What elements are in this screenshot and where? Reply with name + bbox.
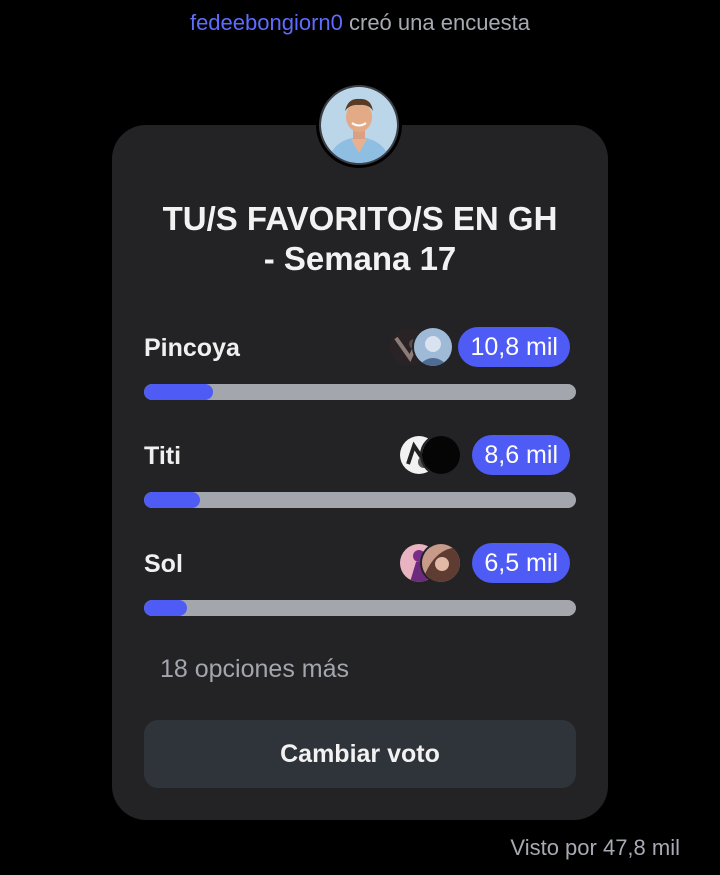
voter-avatar-brown-icon bbox=[420, 542, 462, 584]
more-options-link[interactable]: 18 opciones más bbox=[160, 655, 349, 684]
creator-avatar[interactable] bbox=[316, 82, 402, 168]
change-vote-label: Cambiar voto bbox=[280, 739, 440, 768]
poll-option-pincoya[interactable]: Pincoya 10,8 mil bbox=[144, 326, 576, 400]
voter-avatar-blue-icon bbox=[412, 326, 454, 368]
poll-option-titi[interactable]: Titi 8,6 mil bbox=[144, 434, 576, 508]
seen-by-count[interactable]: Visto por 47,8 mil bbox=[510, 835, 680, 861]
poll-header: fedeebongiorn0 creó una encuesta bbox=[0, 10, 720, 36]
option-label: Titi bbox=[144, 442, 182, 470]
option-progress-track bbox=[144, 384, 576, 400]
voter-avatar-black-icon bbox=[420, 434, 462, 476]
change-vote-button[interactable]: Cambiar voto bbox=[144, 720, 576, 788]
option-progress-fill bbox=[144, 384, 214, 400]
poll-title: TU/S FAVORITO/S EN GH - Semana 17 bbox=[142, 199, 578, 279]
option-progress-track bbox=[144, 492, 576, 508]
poll-option-sol[interactable]: Sol 6,5 mil bbox=[144, 542, 576, 616]
poll-title-line1: TU/S FAVORITO/S EN GH bbox=[162, 200, 558, 237]
option-vote-count: 6,5 mil bbox=[472, 543, 570, 583]
voter-avatars bbox=[398, 434, 478, 476]
poll-screen: fedeebongiorn0 creó una encuesta TU/S FA… bbox=[0, 0, 720, 875]
option-progress-fill bbox=[144, 600, 188, 616]
option-progress-fill bbox=[144, 492, 201, 508]
option-vote-count: 10,8 mil bbox=[458, 327, 570, 367]
creator-username[interactable]: fedeebongiorn0 bbox=[190, 10, 343, 35]
poll-title-line2: - Semana 17 bbox=[263, 240, 457, 277]
option-vote-count: 8,6 mil bbox=[472, 435, 570, 475]
option-label: Pincoya bbox=[144, 334, 240, 362]
poll-card: TU/S FAVORITO/S EN GH - Semana 17 Pincoy… bbox=[112, 125, 608, 820]
creator-avatar-image bbox=[319, 85, 399, 165]
voter-avatars bbox=[398, 542, 478, 584]
option-label: Sol bbox=[144, 550, 183, 578]
header-action-text: creó una encuesta bbox=[349, 10, 531, 35]
option-progress-track bbox=[144, 600, 576, 616]
